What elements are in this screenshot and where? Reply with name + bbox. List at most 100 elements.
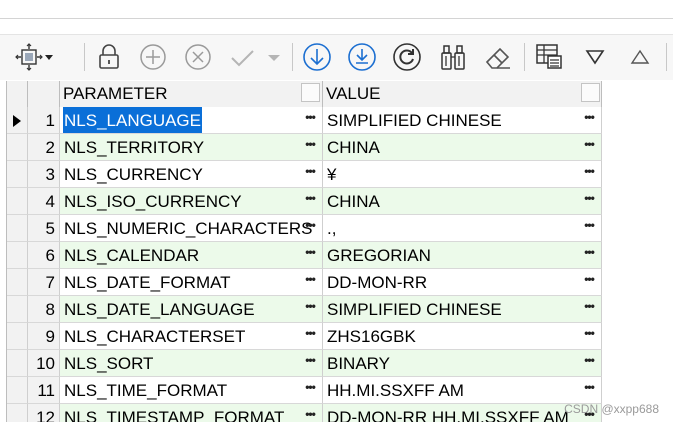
table-row[interactable]: 12 NLS_TIMESTAMP_FORMAT ••• DD-MON-RR HH.MI…	[7, 404, 602, 422]
delete-row-button[interactable]	[181, 41, 215, 73]
value-cell[interactable]: SIMPLIFIED CHINESE •••	[323, 107, 602, 134]
table-row[interactable]: 7 NLS_DATE_FORMAT ••• DD-MON-RR •••	[7, 269, 602, 296]
cell-editor-button[interactable]: •••	[302, 107, 318, 127]
cell-editor-button[interactable]: •••	[302, 404, 318, 422]
parameter-cell[interactable]: NLS_CURRENCY •••	[60, 161, 323, 188]
cell-editor-button[interactable]: •••	[581, 269, 597, 289]
data-grid: PARAMETER VALUE 1 NLS_LANGUAGE ••• SIMPLIFI…	[6, 81, 602, 422]
table-row[interactable]: 6 NLS_CALENDAR ••• GREGORIAN •••	[7, 242, 602, 269]
column-header-value[interactable]: VALUE	[323, 81, 602, 107]
cell-editor-button[interactable]: •••	[302, 350, 318, 370]
cell-editor-button[interactable]: •••	[581, 377, 597, 397]
top-panel	[0, 0, 673, 19]
cell-editor-button[interactable]: •••	[302, 134, 318, 154]
row-indicator[interactable]	[7, 107, 28, 134]
value-cell[interactable]: DD-MON-RR •••	[323, 269, 602, 296]
cell-editor-button[interactable]: •••	[581, 161, 597, 181]
table-row[interactable]: 1 NLS_LANGUAGE ••• SIMPLIFIED CHINESE •••	[7, 107, 602, 134]
value-cell[interactable]: SIMPLIFIED CHINESE •••	[323, 296, 602, 323]
parameter-cell[interactable]: NLS_DATE_FORMAT •••	[60, 269, 323, 296]
table-row[interactable]: 8 NLS_DATE_LANGUAGE ••• SIMPLIFIED CHINESE •…	[7, 296, 602, 323]
parameter-text: NLS_LANGUAGE	[63, 107, 202, 133]
parameter-cell[interactable]: NLS_DATE_LANGUAGE •••	[60, 296, 323, 323]
lock-button[interactable]	[92, 41, 126, 73]
cell-editor-button[interactable]: •••	[302, 269, 318, 289]
cell-editor-button[interactable]: •••	[581, 134, 597, 154]
row-indicator[interactable]	[7, 161, 28, 188]
parameter-cell[interactable]: NLS_CHARACTERSET •••	[60, 323, 323, 350]
sort-ascending-button[interactable]	[623, 41, 657, 73]
value-cell[interactable]: HH.MI.SSXFF AM •••	[323, 377, 602, 404]
sort-descending-button[interactable]	[578, 41, 612, 73]
cell-editor-button[interactable]: •••	[581, 215, 597, 235]
cell-editor-button[interactable]: •••	[302, 242, 318, 262]
parameter-cell[interactable]: NLS_ISO_CURRENCY •••	[60, 188, 323, 215]
fetch-last-button[interactable]	[345, 41, 379, 73]
post-changes-button[interactable]	[226, 41, 286, 73]
parameter-cell[interactable]: NLS_CALENDAR •••	[60, 242, 323, 269]
value-text: .,	[327, 219, 337, 238]
row-indicator[interactable]	[7, 323, 28, 350]
row-number: 6	[28, 242, 60, 269]
cell-editor-button[interactable]: •••	[302, 161, 318, 181]
row-indicator[interactable]	[7, 215, 28, 242]
cell-editor-button[interactable]: •••	[302, 323, 318, 343]
refresh-button[interactable]	[390, 41, 424, 73]
value-cell[interactable]: GREGORIAN •••	[323, 242, 602, 269]
value-cell[interactable]: ¥ •••	[323, 161, 602, 188]
value-cell[interactable]: DD-MON-RR HH.MI.SSXFF AM •••	[323, 404, 602, 422]
parameter-text: NLS_DATE_LANGUAGE	[64, 300, 255, 319]
fetch-next-button[interactable]	[300, 41, 334, 73]
cell-editor-button[interactable]: •••	[302, 296, 318, 316]
cell-editor-button[interactable]: •••	[581, 296, 597, 316]
cell-editor-button[interactable]: •••	[302, 377, 318, 397]
row-indicator[interactable]	[7, 242, 28, 269]
insert-row-button[interactable]	[136, 41, 170, 73]
cell-editor-button[interactable]: •••	[581, 350, 597, 370]
table-row[interactable]: 3 NLS_CURRENCY ••• ¥ •••	[7, 161, 602, 188]
value-cell[interactable]: ZHS16GBK •••	[323, 323, 602, 350]
value-cell[interactable]: CHINA •••	[323, 134, 602, 161]
cell-editor-button[interactable]: •••	[581, 107, 597, 127]
value-cell[interactable]: CHINA •••	[323, 188, 602, 215]
cell-editor-button[interactable]: •••	[302, 188, 318, 208]
row-number: 12	[28, 404, 60, 422]
parameter-text: NLS_CURRENCY	[64, 165, 203, 184]
row-indicator[interactable]	[7, 269, 28, 296]
column-filter-button[interactable]	[301, 83, 320, 102]
table-row[interactable]: 10 NLS_SORT ••• BINARY •••	[7, 350, 602, 377]
table-row[interactable]: 5 NLS_NUMERIC_CHARACTERS •••., •••	[7, 215, 602, 242]
table-row[interactable]: 2 NLS_TERRITORY ••• CHINA •••	[7, 134, 602, 161]
row-indicator[interactable]	[7, 377, 28, 404]
cell-editor-button[interactable]: •••	[581, 188, 597, 208]
column-header-parameter[interactable]: PARAMETER	[60, 81, 323, 107]
parameter-cell[interactable]: NLS_NUMERIC_CHARACTERS •••	[60, 215, 323, 242]
grid-view-button[interactable]	[532, 41, 566, 73]
value-text: ZHS16GBK	[327, 327, 416, 346]
row-indicator[interactable]	[7, 404, 28, 422]
parameter-cell[interactable]: NLS_SORT •••	[60, 350, 323, 377]
parameter-cell[interactable]: NLS_TIMESTAMP_FORMAT •••	[60, 404, 323, 422]
row-indicator[interactable]	[7, 134, 28, 161]
parameter-cell[interactable]: NLS_TERRITORY •••	[60, 134, 323, 161]
value-cell[interactable]: BINARY •••	[323, 350, 602, 377]
table-row[interactable]: 4 NLS_ISO_CURRENCY ••• CHINA •••	[7, 188, 602, 215]
value-cell[interactable]: ., •••	[323, 215, 602, 242]
grid-view-icon	[536, 44, 562, 69]
corner-cell[interactable]	[7, 81, 28, 107]
table-row[interactable]: 11 NLS_TIME_FORMAT ••• HH.MI.SSXFF AM •••	[7, 377, 602, 404]
row-indicator[interactable]	[7, 350, 28, 377]
row-indicator[interactable]	[7, 296, 28, 323]
cell-editor-button[interactable]: •••	[302, 215, 318, 235]
column-filter-button[interactable]	[581, 83, 600, 102]
query-by-example-button[interactable]	[436, 41, 470, 73]
freeze-view-button[interactable]	[14, 41, 54, 73]
row-number: 9	[28, 323, 60, 350]
parameter-cell[interactable]: NLS_LANGUAGE •••	[60, 107, 323, 134]
row-indicator[interactable]	[7, 188, 28, 215]
cell-editor-button[interactable]: •••	[581, 323, 597, 343]
cell-editor-button[interactable]: •••	[581, 242, 597, 262]
table-row[interactable]: 9 NLS_CHARACTERSET ••• ZHS16GBK •••	[7, 323, 602, 350]
parameter-cell[interactable]: NLS_TIME_FORMAT •••	[60, 377, 323, 404]
clear-filter-button[interactable]	[481, 41, 515, 73]
